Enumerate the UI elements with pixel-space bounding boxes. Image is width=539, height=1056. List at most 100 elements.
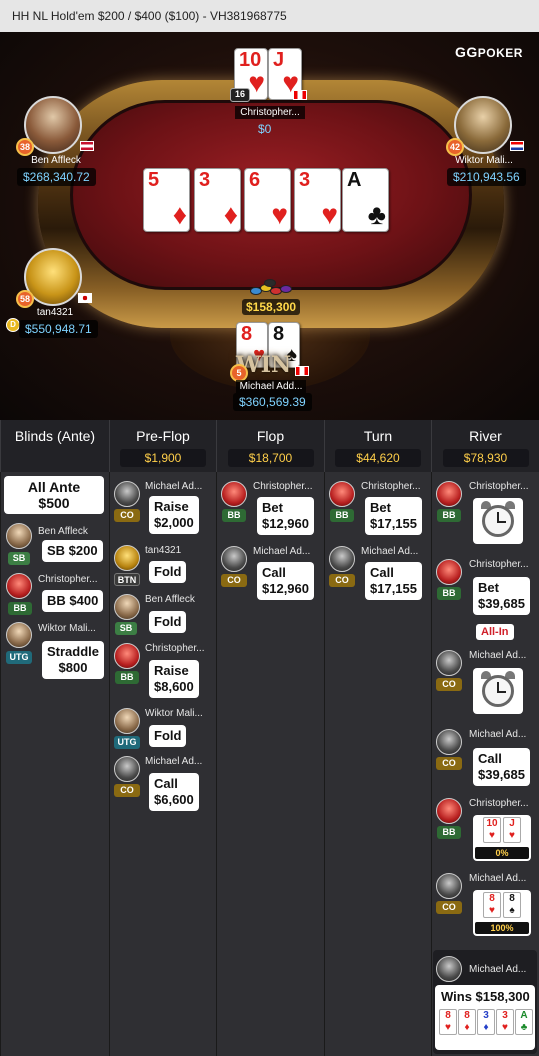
winner-name: Michael Ad... [469,964,527,975]
equity-label: 0% [475,847,529,859]
entry-name: Christopher... [469,798,529,809]
position-badge: CO [436,678,462,691]
showdown-cards: 8 ♥ 8 ♠ 100% [473,890,531,936]
action-bubble: Call $12,960 [257,562,314,600]
flag-icon [80,141,94,151]
tan4321-stack: $550,948.71 [19,320,98,338]
winning-card: A ♣ [515,1009,533,1035]
position-badge: CO [436,757,462,770]
entry-name: Michael Ad... [469,873,527,884]
avatar [114,481,140,507]
entry-name: Christopher... [145,643,205,654]
column-header-flop[interactable]: Flop $18,700 [216,420,324,472]
ben-affleck-level: 38 [16,138,34,156]
position-badge: BB [437,509,461,522]
entry-name: Michael Ad... [145,756,203,767]
entry-name: tan4321 [145,545,182,556]
position-badge: BB [222,509,246,522]
avatar [114,545,140,571]
hero-stack: $360,569.39 [233,393,312,411]
entry-name: Christopher... [38,574,98,585]
position-badge: CO [114,509,140,522]
winning-card: 8 ♥ [439,1009,457,1035]
avatar [114,708,140,734]
avatar [6,523,32,549]
avatar [6,573,32,599]
avatar [436,873,462,899]
position-badge: BB [330,509,354,522]
winner-amount: Wins $158,300 [441,989,530,1004]
entry-name: Michael Ad... [469,729,527,740]
entry-name: Michael Ad... [361,546,419,557]
column-header-river[interactable]: River $78,930 [431,420,539,472]
ben-affleck-stack: $268,340.72 [17,168,96,186]
croatia-flag-icon [510,141,524,151]
timeout-clock-icon [473,668,523,714]
position-badge: CO [221,574,247,587]
avatar [114,643,140,669]
action-bubble: Fold [149,725,187,747]
top-player-level: 16 [230,88,250,102]
position-badge: BB [437,587,461,600]
board-card-2: 3 ♦ [194,168,241,232]
showdown-card: 10 ♥ [483,817,501,843]
board-card-3: 6 ♥ [244,168,291,232]
avatar [436,559,462,585]
top-player-name: Christopher... [235,106,305,119]
canada-flag-icon [293,90,307,100]
avatar [221,481,247,507]
action-bubble: SB $200 [42,540,103,562]
action-bubble: Fold [149,611,187,633]
winner-box: Wins $158,300 8 ♥ 8 ♦ 3 ♦ 3 ♥ A ♣ [435,985,535,1050]
position-badge: BB [8,602,32,615]
entry-name: Wiktor Mali... [145,708,203,719]
wiktor-name: Wiktor Mali... [455,155,513,166]
dealer-coin-icon: D [6,318,20,332]
avatar [6,622,32,648]
entry-name: Michael Ad... [469,650,527,661]
avatar [221,546,247,572]
avatar [329,546,355,572]
avatar [436,798,462,824]
tan4321-level: 58 [16,290,34,308]
showdown-cards: 10 ♥ J ♥ 0% [473,815,531,861]
showdown-card: J ♥ [503,817,521,843]
column-header-turn[interactable]: Turn $44,620 [324,420,431,472]
winning-card: 3 ♥ [496,1009,514,1035]
window-title: HH NL Hold'em $200 / $400 ($100) - VH381… [0,0,539,32]
entry-name: Christopher... [361,481,421,492]
avatar [436,956,462,982]
entry-name: Christopher... [469,481,529,492]
position-badge: UTG [6,651,32,664]
ggpoker-logo: GGPOKER [455,44,523,60]
action-bubble: Straddle $800 [42,641,105,679]
timeout-clock-icon [473,498,523,544]
action-bubble: Fold [149,561,187,583]
action-bubble: Bet $17,155 [365,497,422,535]
position-badge: CO [114,784,140,797]
hero-name: Michael Add... [236,380,306,393]
action-bubble: Call $6,600 [149,773,199,811]
entry-name: Michael Ad... [145,481,203,492]
entry-name: Christopher... [253,481,313,492]
column-header-preflop[interactable]: Pre-Flop $1,900 [109,420,216,472]
pot-amount: $158,300 [242,299,301,315]
japan-flag-icon [78,293,92,303]
position-badge: CO [329,574,355,587]
avatar [436,650,462,676]
showdown-card: 8 ♥ [483,892,501,918]
entry-name: Michael Ad... [253,546,311,557]
winning-card: 3 ♦ [477,1009,495,1035]
position-badge: SB [8,552,30,565]
column-header-blinds[interactable]: Blinds (Ante) [0,420,109,472]
action-bubble: BB $400 [42,590,104,612]
avatar [436,729,462,755]
board-card-4: 3 ♥ [294,168,341,232]
equity-label: 100% [475,922,529,934]
wiktor-stack: $210,943.56 [447,168,526,186]
avatar [114,756,140,782]
position-badge: CO [436,901,462,914]
action-bubble: Bet $12,960 [257,497,314,535]
action-bubble: Raise $8,600 [149,660,199,698]
position-badge: UTG [114,736,140,749]
